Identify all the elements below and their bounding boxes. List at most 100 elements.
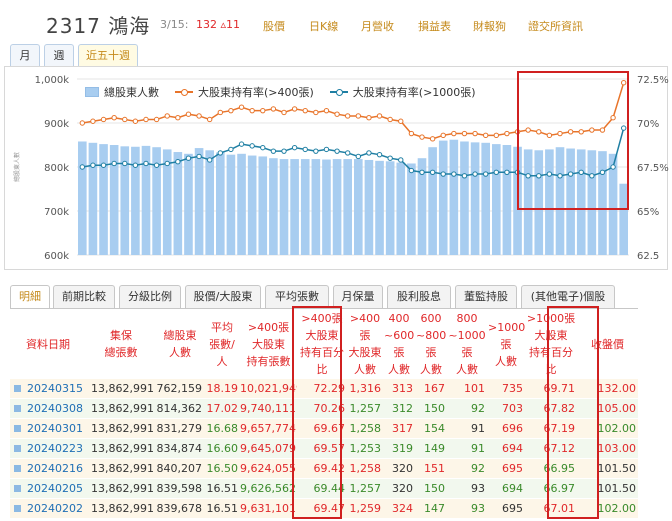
column-header: 總股東 人數: [156, 309, 204, 379]
point-holding-400: [260, 107, 266, 114]
table-cell: 840,207: [156, 458, 204, 479]
table-cell: 1,257: [347, 398, 383, 419]
point-holding-1000: [90, 162, 96, 168]
point-holding-400: [376, 113, 383, 119]
row-date[interactable]: 20240223: [10, 438, 86, 459]
bar-total-holders: [396, 162, 406, 255]
link-statementdog[interactable]: 財報狗: [473, 18, 506, 34]
point-holding-400: [111, 115, 117, 121]
point-holding-1000: [482, 171, 489, 177]
point-holding-400: [408, 130, 415, 137]
link-twse-info[interactable]: 證交所資訊: [528, 18, 583, 34]
bar-total-holders: [470, 142, 480, 255]
bar-total-holders: [300, 159, 310, 255]
link-daily-k[interactable]: 日K線: [309, 18, 338, 34]
column-header: 400 ~600 張人數: [383, 309, 415, 379]
point-holding-1000: [419, 169, 425, 175]
y-right-tick-label: 67.5%: [637, 163, 669, 174]
tab-director-holdings[interactable]: 董監持股: [455, 285, 517, 309]
table-cell: 13,862,991: [86, 398, 156, 419]
tab-detail[interactable]: 明細: [10, 285, 50, 309]
table-cell: 10,021,949: [240, 379, 297, 399]
row-marker-icon: [14, 445, 21, 452]
row-date-text: 20240223: [27, 442, 83, 455]
point-holding-1000: [122, 160, 128, 167]
point-holding-400: [482, 132, 489, 139]
column-header: 資料日期: [10, 309, 86, 379]
link-price[interactable]: 股價: [263, 18, 285, 34]
tab-period-compare[interactable]: 前期比較: [53, 285, 115, 309]
tab-tier-ratio[interactable]: 分級比例: [119, 285, 181, 309]
point-holding-400: [132, 118, 139, 124]
table-cell: 320: [383, 478, 415, 499]
point-holding-1000: [217, 150, 224, 156]
column-header: 600 ~800 張人數: [415, 309, 447, 379]
table-cell: 703: [487, 398, 525, 419]
table-cell: 16.50: [204, 458, 240, 479]
point-holding-400: [249, 107, 255, 114]
link-monthly-revenue[interactable]: 月營收: [361, 18, 394, 34]
row-date[interactable]: 20240216: [10, 458, 86, 479]
column-header: >1000 張人數: [487, 309, 525, 379]
point-holding-1000: [504, 169, 510, 175]
table-cell: 16.51: [204, 498, 240, 519]
row-date[interactable]: 20240301: [10, 418, 86, 439]
row-date[interactable]: 20240202: [10, 498, 86, 519]
row-date-text: 20240216: [27, 462, 83, 475]
point-holding-400: [238, 104, 245, 110]
point-holding-1000: [334, 148, 340, 154]
table-cell: 1,258: [347, 418, 383, 439]
point-holding-400: [440, 132, 446, 139]
table-cell: 13,862,991: [86, 418, 156, 439]
link-income-statement[interactable]: 損益表: [418, 18, 451, 34]
table-highlight-1000: [547, 306, 599, 519]
row-date[interactable]: 20240308: [10, 398, 86, 419]
bar-total-holders: [88, 142, 98, 255]
row-marker-icon: [14, 505, 21, 512]
row-marker-icon: [14, 465, 21, 472]
table-cell: 9,740,111: [240, 398, 297, 419]
bar-total-holders: [354, 159, 363, 255]
quote-date: 3/15:: [160, 18, 189, 31]
table-cell: 17.02: [204, 398, 240, 419]
table-cell: 762,159: [156, 379, 204, 399]
table-cell: 735: [487, 379, 525, 399]
bar-total-holders: [237, 153, 246, 255]
bar-total-holders: [385, 161, 395, 255]
point-holding-1000: [153, 162, 160, 168]
tab-weekly[interactable]: 週: [44, 44, 74, 68]
table-cell: 324: [383, 498, 415, 519]
table-cell: 13,862,991: [86, 379, 156, 399]
table-cell: 312: [383, 398, 415, 419]
table-cell: 9,657,774: [240, 418, 297, 439]
table-cell: 13,862,991: [86, 478, 156, 499]
bar-total-holders: [492, 144, 501, 255]
point-holding-1000: [111, 160, 117, 167]
bar-total-holders: [216, 152, 225, 255]
point-holding-1000: [228, 146, 234, 153]
point-holding-400: [270, 106, 277, 112]
point-holding-1000: [132, 162, 139, 168]
tab-dividends[interactable]: 股利股息: [387, 285, 451, 309]
table-cell: 13,862,991: [86, 438, 156, 459]
bar-total-holders: [269, 158, 278, 255]
table-cell: 91: [447, 438, 487, 459]
tab-monthly[interactable]: 月: [10, 44, 40, 68]
point-holding-1000: [387, 155, 393, 161]
bar-total-holders: [322, 159, 331, 255]
table-cell: 831,279: [156, 418, 204, 439]
table-cell: 9,624,055: [240, 458, 297, 479]
point-holding-1000: [270, 148, 277, 154]
point-holding-400: [100, 116, 107, 123]
row-date[interactable]: 20240205: [10, 478, 86, 499]
table-cell: 313: [383, 379, 415, 399]
bar-total-holders: [290, 159, 299, 255]
table-cell: 16.60: [204, 438, 240, 459]
row-date-text: 20240205: [27, 482, 83, 495]
point-holding-400: [323, 107, 330, 114]
column-header: >400 張大股東 人數: [347, 309, 383, 379]
tab-price-major-holders[interactable]: 股價/大股東: [185, 285, 261, 309]
row-date[interactable]: 20240315: [10, 379, 86, 399]
tab-recent-50-weeks[interactable]: 近五十週: [78, 44, 138, 68]
point-holding-400: [313, 109, 319, 116]
